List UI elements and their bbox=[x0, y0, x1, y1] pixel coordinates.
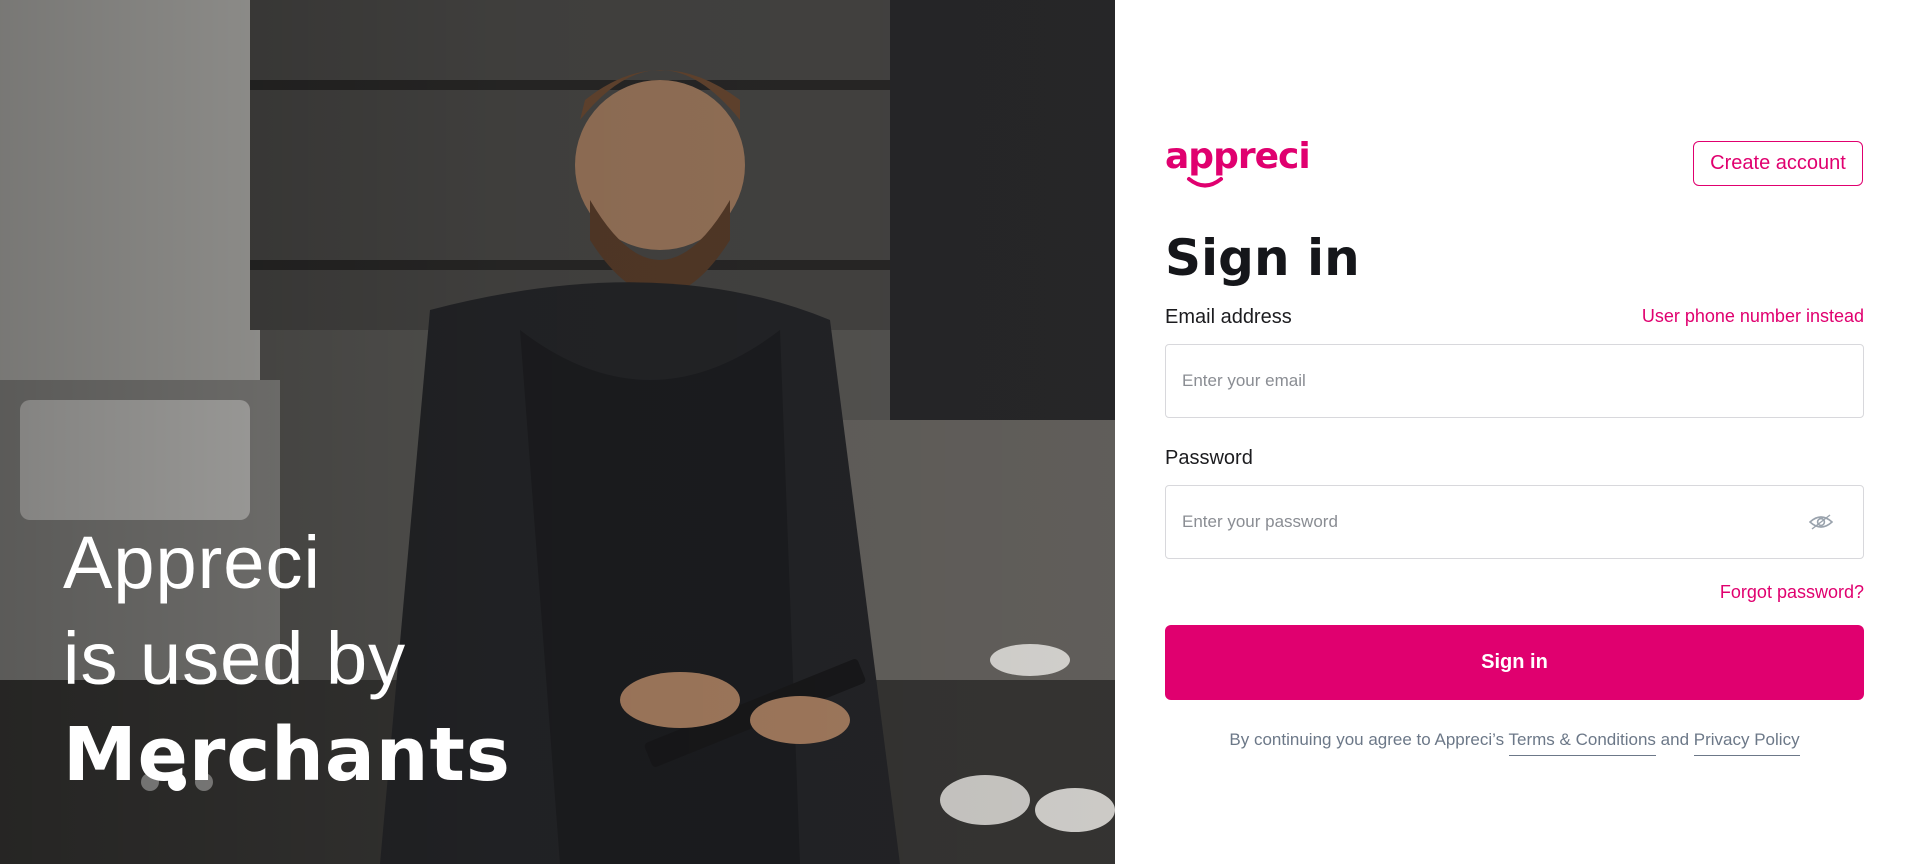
logo-wordmark: appreci bbox=[1165, 136, 1311, 177]
email-label: Email address bbox=[1165, 306, 1292, 328]
carousel-dot-2[interactable] bbox=[168, 773, 186, 791]
carousel-indicators bbox=[141, 773, 213, 791]
terms-link[interactable]: Terms & Conditions bbox=[1508, 730, 1656, 756]
sign-in-page: Appreci is used by Merchants appreci Cre… bbox=[0, 0, 1909, 864]
logo-smile-icon bbox=[1187, 177, 1223, 188]
sign-in-panel: appreci Create account Sign in Email add… bbox=[1115, 0, 1909, 864]
password-field[interactable] bbox=[1166, 486, 1863, 558]
hero-tagline-line-2: is used by bbox=[63, 617, 407, 700]
hero-tagline: Appreci is used by Merchants bbox=[63, 515, 511, 803]
use-phone-link[interactable]: User phone number instead bbox=[1642, 306, 1864, 327]
legal-prefix: By continuing you agree to Appreci’s bbox=[1229, 730, 1505, 749]
eye-icon[interactable] bbox=[1809, 512, 1833, 532]
hero-panel: Appreci is used by Merchants bbox=[0, 0, 1115, 864]
sign-in-button[interactable]: Sign in bbox=[1165, 625, 1864, 700]
legal-notice: By continuing you agree to Appreci’s Ter… bbox=[1165, 730, 1864, 756]
email-field[interactable] bbox=[1166, 345, 1863, 417]
carousel-dot-1[interactable] bbox=[141, 773, 159, 791]
password-label: Password bbox=[1165, 447, 1253, 469]
page-title: Sign in bbox=[1165, 229, 1360, 287]
privacy-link[interactable]: Privacy Policy bbox=[1693, 730, 1800, 756]
password-field-wrapper bbox=[1165, 485, 1864, 559]
create-account-button[interactable]: Create account bbox=[1693, 141, 1863, 186]
hero-tagline-line-1: Appreci bbox=[63, 521, 321, 604]
forgot-password-link[interactable]: Forgot password? bbox=[1720, 582, 1864, 603]
email-field-wrapper bbox=[1165, 344, 1864, 418]
appreci-logo: appreci bbox=[1165, 136, 1311, 190]
legal-and: and bbox=[1660, 730, 1690, 749]
hero-tagline-line-3: Merchants bbox=[63, 712, 511, 798]
carousel-dot-3[interactable] bbox=[195, 773, 213, 791]
